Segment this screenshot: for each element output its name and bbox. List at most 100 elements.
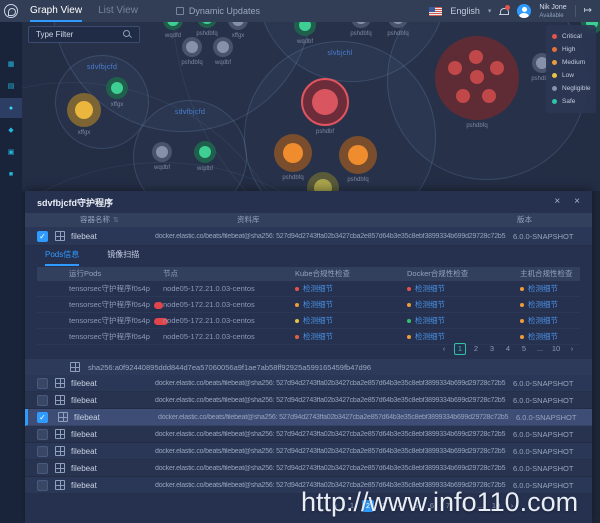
graph-node-medium[interactable] bbox=[339, 136, 377, 174]
nav-tab-graph-view[interactable]: Graph View bbox=[30, 0, 82, 22]
row-checkbox[interactable] bbox=[37, 395, 48, 406]
graph-node-neg[interactable] bbox=[213, 37, 233, 57]
type-filter-box[interactable]: Type Filter bbox=[28, 26, 140, 43]
graph-node-safe[interactable] bbox=[106, 77, 128, 99]
container-list-row[interactable]: filebeat docker.elastic.co/beats/filebeat… bbox=[25, 426, 592, 443]
dynamic-updates-checkbox[interactable] bbox=[176, 7, 184, 15]
graph-node-critical[interactable] bbox=[301, 78, 349, 126]
graph-canvas[interactable]: Type Filter CriticalHighMediumLowNegligi… bbox=[22, 22, 600, 191]
row-checkbox[interactable] bbox=[37, 446, 48, 457]
container-list-row[interactable]: ✓filebeatdocker.elastic.co/beats/filebea… bbox=[25, 409, 592, 426]
page-prev[interactable]: ‹ bbox=[438, 343, 450, 355]
graph-node-neg[interactable] bbox=[182, 37, 202, 57]
detail-link[interactable]: 检测细节 bbox=[303, 313, 333, 329]
legend-label: Critical bbox=[562, 33, 582, 40]
tab--[interactable]: 镜像扫描 bbox=[107, 249, 139, 266]
pods-row[interactable]: tensorsec守护程序f0s4pnode05-172.21.0.03-cen… bbox=[37, 297, 580, 313]
critical-node[interactable] bbox=[456, 89, 470, 103]
pods-row[interactable]: tensorsec守护程序f0s4pnode05-172.21.0.03-cen… bbox=[37, 281, 580, 297]
row-checkbox[interactable] bbox=[37, 480, 48, 491]
detail-link[interactable]: 检测细节 bbox=[528, 281, 558, 297]
critical-node[interactable] bbox=[469, 50, 483, 64]
pods-row[interactable]: tensorsec守护程序f0s4pnode05-172.21.0.03-cen… bbox=[37, 313, 580, 329]
container-name: filebeat bbox=[71, 447, 97, 456]
container-repo: docker.elastic.co/beats/filebeat@sha256:… bbox=[155, 465, 507, 472]
node-label: wqdbf bbox=[173, 166, 237, 172]
user-avatar[interactable] bbox=[517, 4, 531, 18]
detail-link[interactable]: 检测细节 bbox=[303, 281, 333, 297]
graph-node-core bbox=[217, 41, 229, 53]
page-4[interactable]: 4 bbox=[502, 343, 514, 355]
pod-node: node05-172.21.0.03-centos bbox=[163, 313, 255, 329]
detail-link[interactable]: 检测细节 bbox=[528, 313, 558, 329]
sidebar-item-graph-view[interactable]: ● bbox=[0, 98, 22, 118]
detail-link[interactable]: 检测细节 bbox=[303, 297, 333, 313]
page-10[interactable]: 10 bbox=[550, 343, 562, 355]
status-dot bbox=[407, 303, 411, 307]
graph-node-low[interactable] bbox=[67, 93, 101, 127]
container-list-row[interactable]: filebeatdocker.elastic.co/beats/filebeat… bbox=[25, 392, 592, 409]
docker-image-icon bbox=[55, 480, 65, 490]
detail-link[interactable]: 检测细节 bbox=[415, 281, 445, 297]
detail-link[interactable]: 检测细节 bbox=[415, 313, 445, 329]
row-checkbox[interactable] bbox=[37, 463, 48, 474]
graph-node-safe[interactable] bbox=[194, 141, 216, 163]
critical-node[interactable] bbox=[482, 89, 496, 103]
node-label: xffgx bbox=[52, 130, 116, 136]
cluster-label: sdvfbjcfd bbox=[56, 64, 148, 71]
panel-titlebar: sdvfbjcfd守护程序 × × bbox=[25, 191, 592, 213]
image-hash-row[interactable]: sha256:a0f92440895ddd844d7ea57060056a9f1… bbox=[25, 359, 592, 375]
critical-node[interactable] bbox=[490, 61, 504, 75]
sidebar-item-settings[interactable]: ■ bbox=[0, 164, 22, 184]
container-repo: docker.elastic.co/beats/filebeat@sha256:… bbox=[155, 380, 507, 387]
critical-node[interactable] bbox=[470, 70, 484, 84]
tab-pods-[interactable]: Pods信息 bbox=[45, 249, 79, 266]
page-2[interactable]: 2 bbox=[470, 343, 482, 355]
sidebar-item-reports[interactable]: ▤ bbox=[0, 76, 22, 96]
container-list-row[interactable]: filebeatdocker.elastic.co/beats/filebeat… bbox=[25, 460, 592, 477]
detail-panel: sdvfbjcfd守护程序 × × 容器名称⇅ 资料库 版本 ✓ filebea… bbox=[25, 191, 592, 523]
container-version: 6.0.0-SNAPSHOT bbox=[516, 413, 576, 422]
nav-tab-list-view[interactable]: List View bbox=[98, 0, 138, 22]
container-name: filebeat bbox=[71, 430, 97, 439]
docker-image-icon bbox=[55, 231, 65, 241]
critical-node[interactable] bbox=[448, 61, 462, 75]
page-1[interactable]: 1 bbox=[454, 343, 466, 355]
collapse-icon[interactable]: × bbox=[554, 197, 560, 207]
page-5[interactable]: 5 bbox=[518, 343, 530, 355]
row-checkbox[interactable] bbox=[37, 378, 48, 389]
dynamic-updates-toggle[interactable]: Dynamic Updates bbox=[176, 6, 260, 16]
sidebar-item-nodes[interactable]: ◆ bbox=[0, 120, 22, 140]
graph-node-medium[interactable] bbox=[274, 134, 312, 172]
sidebar-item-policies[interactable]: ▣ bbox=[0, 142, 22, 162]
container-list-row[interactable]: filebeatdocker.elastic.co/beats/filebeat… bbox=[25, 443, 592, 460]
graph-node-core bbox=[201, 22, 213, 24]
container-row[interactable]: ✓ filebeat docker.elastic.co/beats/fileb… bbox=[25, 227, 592, 246]
container-repo: docker.elastic.co/beats/filebeat@sha256:… bbox=[155, 431, 507, 438]
col-container-name[interactable]: 容器名称⇅ bbox=[80, 213, 119, 227]
graph-node-neg[interactable] bbox=[152, 142, 172, 162]
logo-cell[interactable] bbox=[0, 0, 22, 22]
close-icon[interactable]: × bbox=[574, 197, 580, 207]
detail-link[interactable]: 检测细节 bbox=[528, 297, 558, 313]
detail-link[interactable]: 检测细节 bbox=[415, 297, 445, 313]
page-3[interactable]: 3 bbox=[486, 343, 498, 355]
row-checkbox[interactable]: ✓ bbox=[37, 412, 48, 423]
cluster-circle[interactable]: sdvfbjcfd bbox=[133, 100, 247, 191]
dynamic-updates-label: Dynamic Updates bbox=[189, 6, 260, 16]
graph-node-core bbox=[392, 22, 404, 24]
page-next[interactable]: › bbox=[566, 343, 578, 355]
container-name: filebeat bbox=[71, 232, 97, 241]
sort-icon[interactable]: ⇅ bbox=[113, 217, 119, 224]
row-checkbox[interactable] bbox=[37, 429, 48, 440]
compliance-cell: 检测细节 bbox=[295, 329, 333, 345]
status-dot bbox=[520, 335, 524, 339]
notifications-bell-icon[interactable] bbox=[499, 7, 509, 16]
container-list-row[interactable]: filebeatdocker.elastic.co/beats/filebeat… bbox=[25, 375, 592, 392]
graph-node-core bbox=[283, 143, 303, 163]
sidebar-item-dashboard[interactable]: ▦ bbox=[0, 54, 22, 74]
logout-icon[interactable]: ↦ bbox=[584, 6, 592, 16]
language-selector[interactable]: English bbox=[450, 6, 480, 16]
row-checkbox[interactable]: ✓ bbox=[37, 231, 48, 242]
detail-link[interactable]: 检测细节 bbox=[303, 329, 333, 345]
